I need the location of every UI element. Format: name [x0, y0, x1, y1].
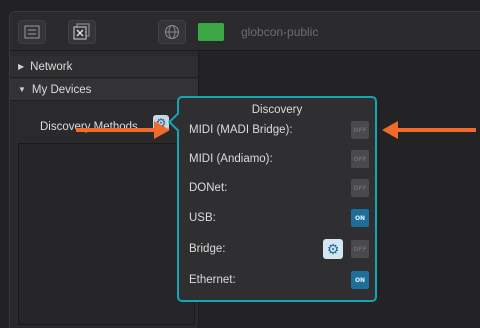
annotation-arrow-right-shaft	[396, 128, 476, 132]
device-name-label: globcon-public	[241, 25, 319, 39]
annotation-arrow-left-shaft	[76, 128, 156, 132]
method-row-midi-madi-bridge: MIDI (MADI Bridge): OFF	[189, 120, 369, 140]
method-label: Bridge:	[189, 243, 226, 255]
discovery-popover: Discovery MIDI (MADI Bridge): OFF MIDI (…	[168, 96, 377, 302]
device-list-button[interactable]	[18, 20, 46, 44]
device-list-panel	[18, 143, 195, 325]
method-row-ethernet: Ethernet: ON	[189, 270, 369, 290]
method-row-donet: DONet: OFF	[189, 178, 369, 198]
device-status-indicator	[198, 23, 224, 41]
donet-toggle[interactable]: OFF	[351, 179, 369, 197]
toolbar: globcon-public	[10, 12, 480, 51]
expand-arrow-icon: ▶	[18, 62, 25, 71]
method-label: MIDI (MADI Bridge):	[189, 124, 293, 136]
ethernet-toggle[interactable]: ON	[351, 271, 369, 289]
method-label: Ethernet:	[189, 274, 236, 286]
method-row-bridge: Bridge: ⚙ OFF	[189, 239, 369, 259]
midi-madi-bridge-toggle[interactable]: OFF	[351, 121, 369, 139]
sidebar-item-label: Network	[30, 60, 73, 73]
network-globe-button[interactable]	[158, 20, 186, 44]
gear-icon: ⚙	[326, 240, 340, 257]
globe-icon	[164, 24, 180, 40]
annotation-arrow-left-head	[154, 121, 170, 139]
popover-title: Discovery	[251, 104, 303, 116]
collapse-arrow-icon: ▼	[18, 85, 26, 94]
close-window-button[interactable]	[68, 20, 96, 44]
method-row-midi-andiamo: MIDI (Andiamo): OFF	[189, 149, 369, 169]
sidebar: ▶ Network ▼ My Devices Discovery Methods…	[10, 51, 199, 328]
method-label: MIDI (Andiamo):	[189, 153, 273, 165]
method-label: USB:	[189, 212, 216, 224]
annotation-arrow-right-head	[382, 121, 398, 139]
sidebar-item-my-devices[interactable]: ▼ My Devices	[10, 79, 198, 101]
close-window-icon	[73, 23, 90, 40]
bridge-toggle[interactable]: OFF	[351, 240, 369, 258]
bridge-settings-button[interactable]: ⚙	[323, 239, 343, 259]
usb-toggle[interactable]: ON	[351, 209, 369, 227]
sidebar-item-label: My Devices	[31, 83, 92, 96]
method-row-usb: USB: ON	[189, 208, 369, 228]
sidebar-item-network[interactable]: ▶ Network	[10, 56, 198, 78]
midi-andiamo-toggle[interactable]: OFF	[351, 150, 369, 168]
device-list-icon	[24, 25, 40, 39]
method-label: DONet:	[189, 182, 228, 194]
